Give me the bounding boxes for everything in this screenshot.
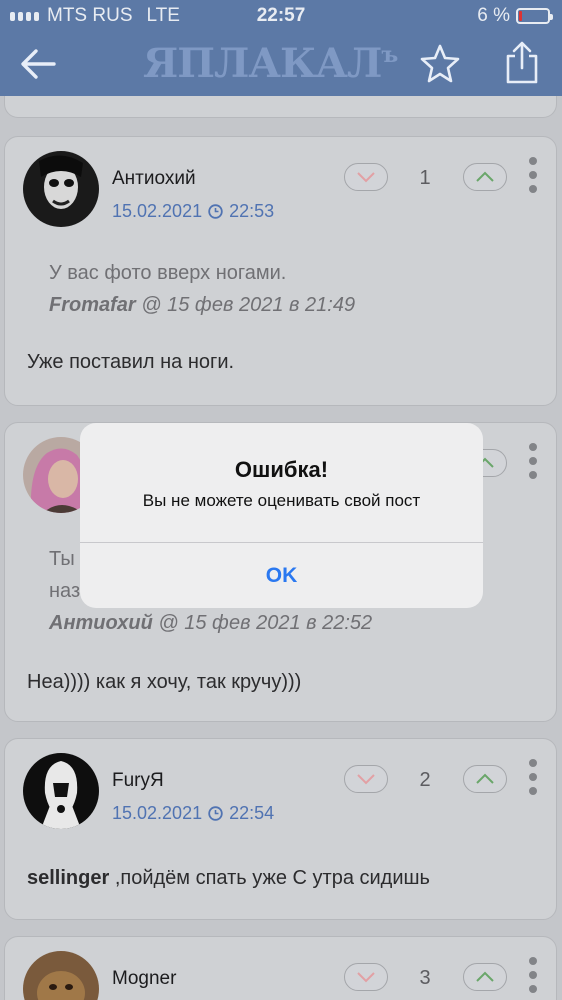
chevron-up-icon <box>476 773 494 784</box>
time-text: 22:53 <box>229 201 275 221</box>
clock-icon <box>208 806 223 821</box>
clock-icon <box>208 204 223 219</box>
battery-icon <box>516 8 553 24</box>
quote-source: Антиохий @ 15 фев 2021 в 22:52 <box>49 607 372 639</box>
quote-author[interactable]: Антиохий <box>49 612 153 634</box>
vote-up-button[interactable] <box>463 963 507 991</box>
comment-rating: 1 <box>419 167 431 189</box>
vote-up-button[interactable] <box>463 765 507 793</box>
status-right: 6 % <box>477 5 553 27</box>
comment-card: FuryЯ 15.02.2021 22:54 2 sellinger ,пойд… <box>4 738 557 920</box>
quote-source: Fromafar @ 15 фев 2021 в 21:49 <box>49 289 355 321</box>
quote-text: У вас фото вверх ногами. <box>49 262 287 284</box>
vote-down-button[interactable] <box>344 963 388 991</box>
more-icon[interactable] <box>527 957 539 993</box>
chevron-up-icon <box>476 171 494 182</box>
comment-card: Mogner 3 <box>4 936 557 1000</box>
avatar[interactable] <box>23 951 99 1000</box>
date-text: 15.02.2021 <box>112 803 203 823</box>
comment-rating: 3 <box>419 967 431 989</box>
quote-author[interactable]: Fromafar <box>49 294 136 316</box>
error-alert-dialog: Ошибка! Вы не можете оценивать свой пост… <box>80 423 483 608</box>
avatar[interactable] <box>23 151 99 227</box>
vote-up-button[interactable] <box>463 163 507 191</box>
comment-body: sellinger ,пойдём спать уже С утра сидиш… <box>27 867 430 890</box>
previous-comment-edge <box>4 96 557 118</box>
body-text: ,пойдём спать уже С утра сидишь <box>109 867 430 889</box>
quote-block: У вас фото вверх ногами. Fromafar @ 15 ф… <box>49 257 355 321</box>
comment-author[interactable]: Mogner <box>112 968 176 990</box>
comment-body: Уже поставил на ноги. <box>27 351 235 373</box>
comment-date: 15.02.2021 22:54 <box>112 803 274 824</box>
comment-rating: 2 <box>419 769 431 791</box>
mention-link[interactable]: sellinger <box>27 867 109 889</box>
site-logo[interactable]: ЯПЛАКАЛ ъ <box>143 38 398 88</box>
more-icon[interactable] <box>527 759 539 795</box>
logo-text: ЯПЛАКАЛ <box>143 39 382 87</box>
quote-meta: @ 15 фев 2021 в 22:52 <box>152 612 373 634</box>
battery-percent: 6 % <box>477 5 510 26</box>
battery-fill <box>519 11 522 21</box>
comment-author[interactable]: Антиохий <box>112 168 196 190</box>
status-bar: MTS RUS LTE 22:57 6 % <box>0 0 562 32</box>
chevron-down-icon <box>357 972 375 983</box>
chevron-down-icon <box>357 172 375 183</box>
alert-title: Ошибка! <box>234 457 329 482</box>
back-arrow-icon[interactable] <box>18 46 58 82</box>
ok-button[interactable]: OK <box>80 543 483 608</box>
share-icon[interactable] <box>500 40 544 86</box>
time-text: 22:54 <box>229 803 275 823</box>
logo-suffix: ъ <box>381 42 398 68</box>
comment-date: 15.02.2021 22:53 <box>112 201 274 222</box>
comment-body: Неа)))) как я хочу, так кручу))) <box>27 671 302 693</box>
comment-card: Антиохий 15.02.2021 22:53 1 У вас фото в… <box>4 136 557 406</box>
more-icon[interactable] <box>527 157 539 193</box>
star-icon[interactable] <box>418 42 462 86</box>
chevron-down-icon <box>357 774 375 785</box>
avatar[interactable] <box>23 753 99 829</box>
chevron-up-icon <box>476 971 494 982</box>
top-navbar: ЯПЛАКАЛ ъ <box>0 32 562 96</box>
vote-down-button[interactable] <box>344 765 388 793</box>
vote-down-button[interactable] <box>344 163 388 191</box>
more-icon[interactable] <box>527 443 539 479</box>
comment-author[interactable]: FuryЯ <box>112 770 164 792</box>
alert-message: Вы не можете оценивать свой пост <box>142 491 421 510</box>
quote-meta: @ 15 фев 2021 в 21:49 <box>135 294 356 316</box>
date-text: 15.02.2021 <box>112 201 203 221</box>
